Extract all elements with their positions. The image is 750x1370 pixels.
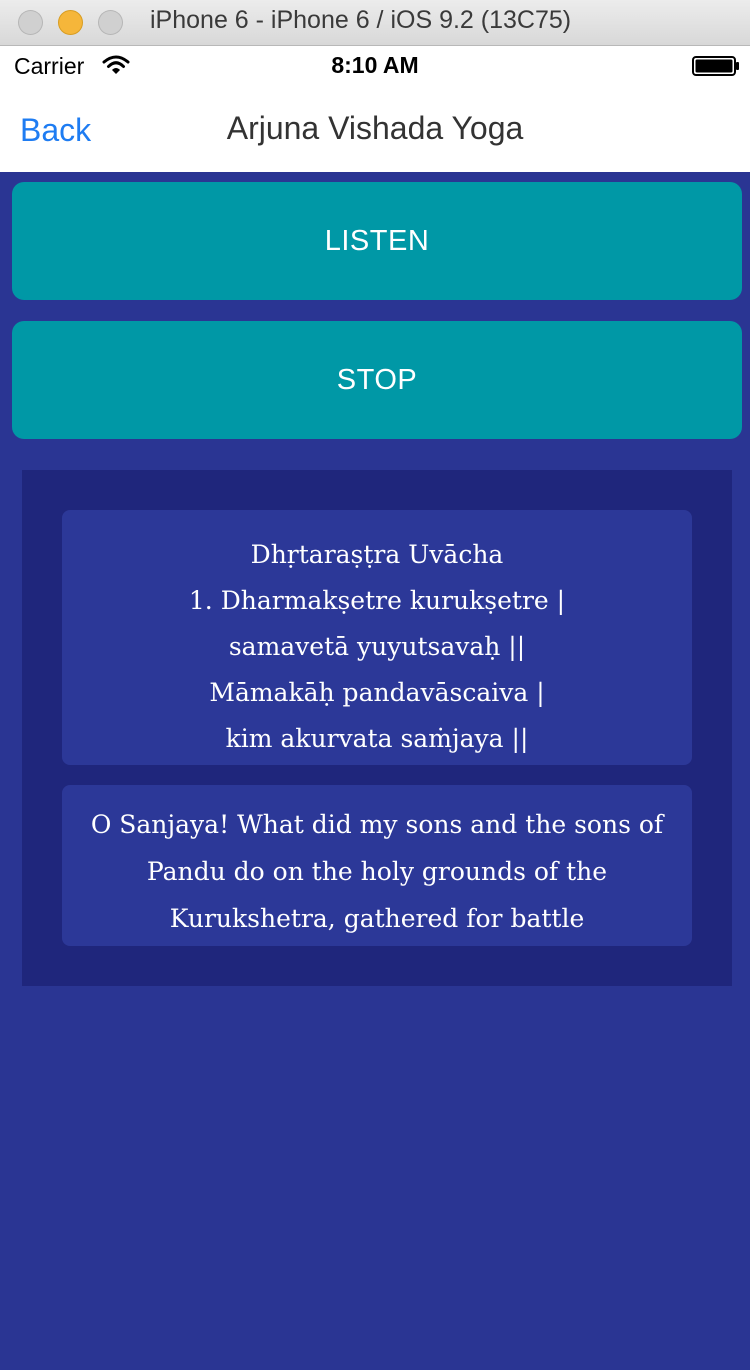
verse-line: samavetā yuyutsavaḥ ||	[228, 632, 526, 661]
verse-line: Dhṛtaraṣṭra Uvācha	[250, 540, 504, 569]
status-bar: Carrier 8:10 AM	[0, 46, 750, 86]
status-time: 8:10 AM	[331, 52, 419, 78]
translation-card: O Sanjaya! What did my sons and the sons…	[62, 785, 692, 946]
page-title: Arjuna Vishada Yoga	[226, 110, 524, 146]
sanskrit-verse-card: Dhṛtaraṣṭra Uvācha 1. Dharmakṣetre kuruk…	[62, 510, 692, 765]
main-content: LISTEN STOP Dhṛtaraṣṭra Uvācha 1. Dharma…	[0, 172, 750, 1370]
battery-icon	[692, 56, 739, 76]
navigation-bar: Back Arjuna Vishada Yoga	[0, 86, 750, 172]
stop-button[interactable]: STOP	[12, 321, 742, 439]
verse-line: kim akurvata saṁjaya ||	[225, 724, 529, 753]
listen-button[interactable]: LISTEN	[12, 182, 742, 300]
verse-line: Māmakāḥ pandavāscaiva |	[209, 678, 545, 707]
window-title: iPhone 6 - iPhone 6 / iOS 9.2 (13C75)	[150, 6, 572, 34]
verse-panel: Dhṛtaraṣṭra Uvācha 1. Dharmakṣetre kuruk…	[22, 470, 732, 986]
simulator-window-bar: iPhone 6 - iPhone 6 / iOS 9.2 (13C75)	[0, 0, 750, 46]
verse-line: 1. Dharmakṣetre kurukṣetre |	[188, 586, 566, 615]
